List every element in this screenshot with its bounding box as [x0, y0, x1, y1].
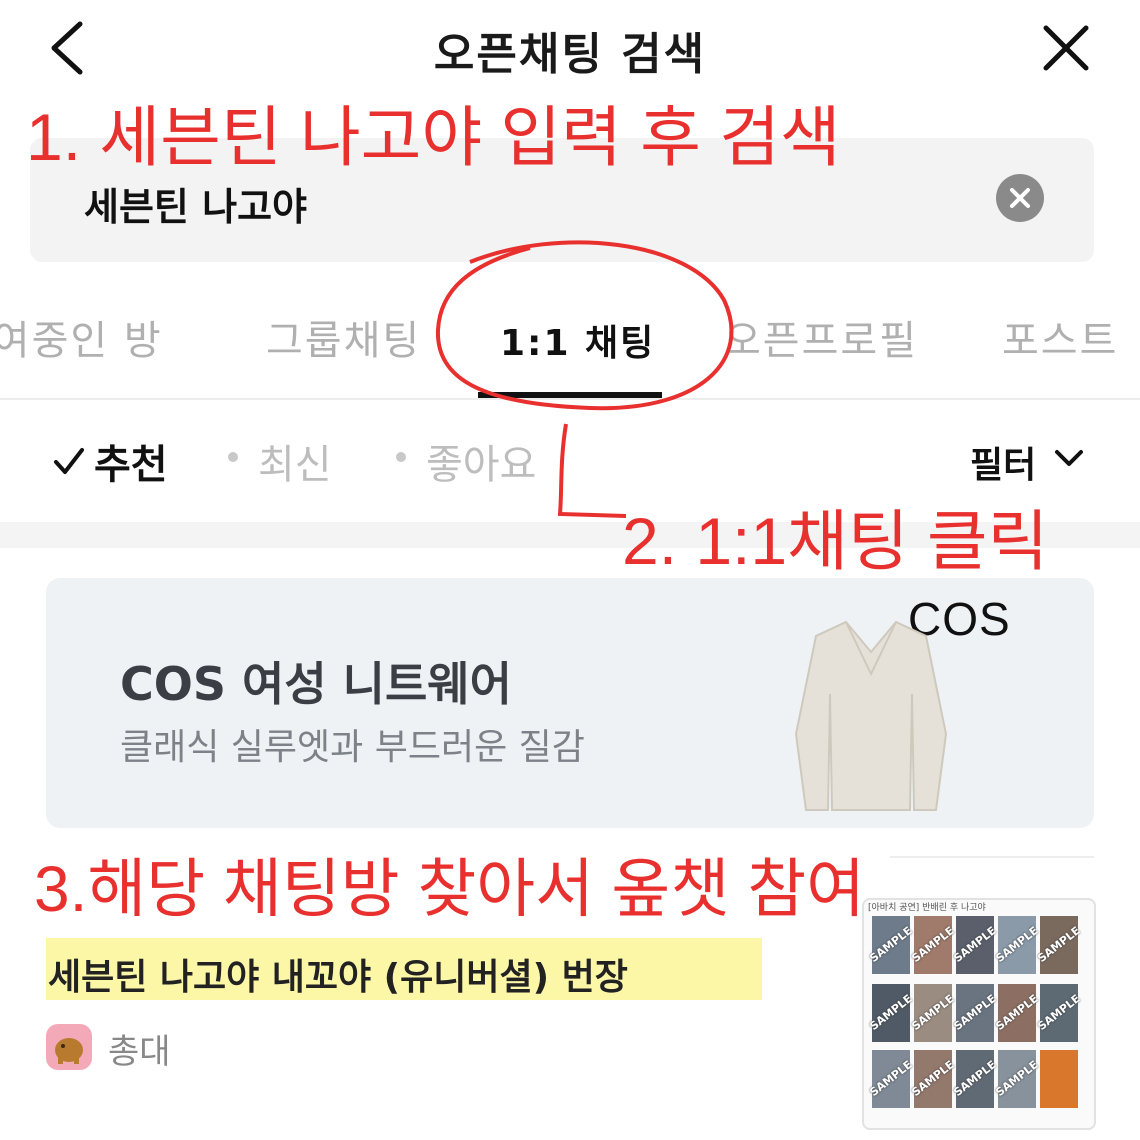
- avatar: [46, 1024, 92, 1070]
- filter-label: 필터: [970, 445, 1037, 486]
- ad-title: COS 여성 니트웨어: [120, 657, 512, 711]
- sort-likes-label: 좋아요: [426, 442, 537, 488]
- sweater-image: [794, 620, 948, 811]
- check-icon: [54, 448, 84, 474]
- list-divider: [890, 856, 1094, 858]
- avatar-icon: [55, 1038, 83, 1064]
- annotation-step-3: 3.해당 채팅방 찾아서 옾챗 참여: [34, 853, 866, 925]
- annotation-connector: [557, 423, 627, 518]
- annotation-circle: [435, 240, 734, 411]
- annotation-step-2: 2. 1:1채팅 클릭: [622, 504, 1049, 578]
- sort-recommended-label: 추천: [94, 442, 168, 488]
- bullet-dot: [228, 452, 238, 462]
- photo-card: [1040, 1050, 1078, 1108]
- chat-room-thumbnail[interactable]: [아바치 공연] 반배린 후 나고야 SAMPLE SAMPLE SAMPLE SAM…: [862, 898, 1096, 1130]
- ad-banner[interactable]: COS 여성 니트웨어 클래식 실루엣과 부드러운 질감 COS: [46, 578, 1094, 828]
- chevron-down-icon: [1055, 450, 1083, 466]
- chat-room-title[interactable]: 세븐틴 나고야 내꼬야 (유니버셜) 번장: [48, 948, 628, 1000]
- thumbnail-caption: [아바치 공연] 반배린 후 나고야: [868, 903, 986, 913]
- sort-latest-label: 최신: [258, 442, 332, 488]
- bullet-dot: [396, 452, 406, 462]
- room-host-name: 총대: [108, 1032, 171, 1072]
- ad-subtitle: 클래식 실루엣과 부드러운 질감: [120, 727, 585, 768]
